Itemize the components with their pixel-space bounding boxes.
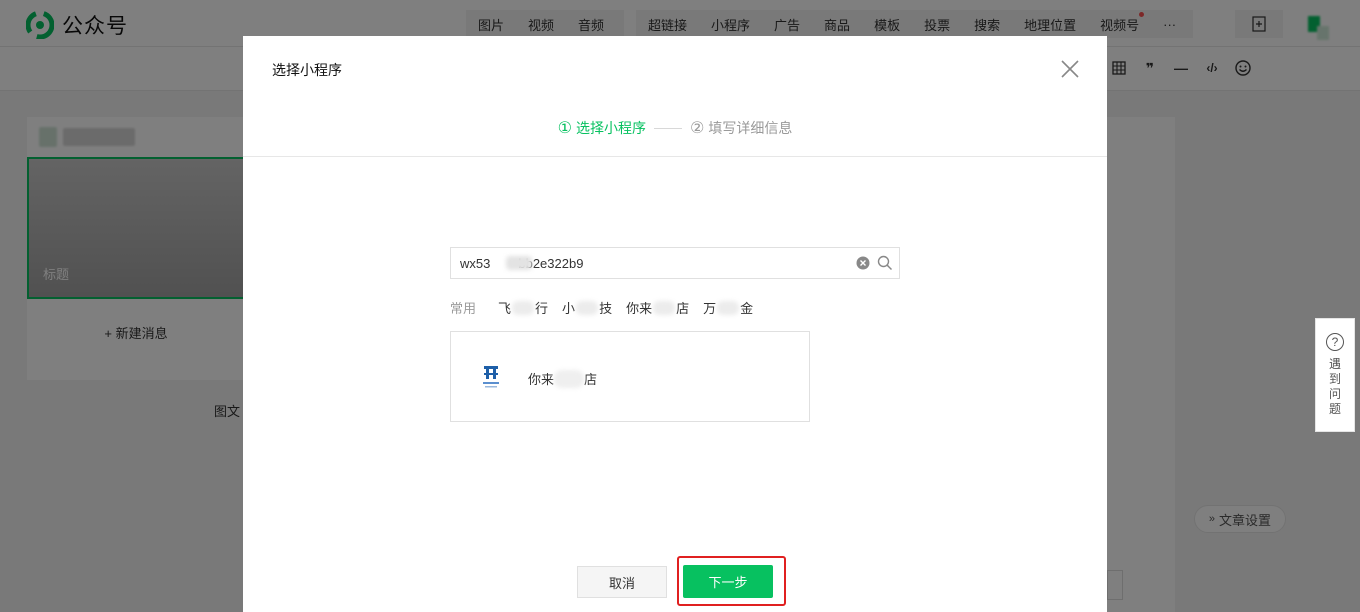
- step-1-number: ①: [557, 120, 572, 137]
- close-icon[interactable]: [1059, 58, 1081, 80]
- dialog-divider: [243, 156, 1107, 157]
- step-indicator: ① 选择小程序 ② 填写详细信息: [243, 118, 1107, 138]
- step-1: ① 选择小程序: [558, 118, 646, 138]
- dialog-title: 选择小程序: [272, 62, 342, 78]
- cancel-button[interactable]: 取消: [577, 566, 667, 598]
- common-item[interactable]: 飞行: [498, 298, 548, 317]
- common-item-text: 店: [676, 301, 690, 316]
- result-name-text: 店: [584, 372, 598, 387]
- step-2: ② 填写详细信息: [690, 118, 792, 138]
- help-label: 遇到问题: [1328, 357, 1341, 416]
- common-item[interactable]: 万金: [703, 298, 753, 317]
- common-item-text: 飞: [498, 301, 512, 316]
- question-icon: ?: [1326, 333, 1344, 351]
- result-item[interactable]: 你来 店: [451, 332, 809, 421]
- search-results: 你来 店: [450, 331, 810, 422]
- common-item-text: 你来: [626, 301, 653, 316]
- search-icon[interactable]: [877, 255, 893, 271]
- common-item-text: 行: [535, 301, 549, 316]
- common-item-text: 万: [703, 301, 717, 316]
- search-box: wx53 bb2e322b9: [450, 247, 900, 279]
- step-1-label: 选择小程序: [576, 120, 646, 136]
- common-item[interactable]: 你来 店: [626, 298, 689, 317]
- common-item-text: 金: [740, 301, 754, 316]
- miniprogram-logo: [483, 366, 499, 388]
- search-value-prefix: wx53: [460, 255, 491, 271]
- select-miniprogram-dialog: 选择小程序 ① 选择小程序 ② 填写详细信息 wx53 bb2e322b9 常用…: [243, 36, 1107, 612]
- common-item-text: 小: [562, 301, 576, 316]
- redacted-text: [506, 256, 532, 270]
- result-name: 你来 店: [528, 369, 597, 388]
- common-item-text: 技: [599, 301, 613, 316]
- next-step-button[interactable]: 下一步: [683, 565, 773, 598]
- common-item[interactable]: 小技: [562, 298, 612, 317]
- common-label: 常用: [450, 301, 477, 316]
- common-miniprograms: 常用 飞行 小技 你来店 万金: [450, 298, 767, 317]
- result-name-text: 你来: [528, 372, 555, 387]
- clear-icon[interactable]: [856, 256, 870, 270]
- step-2-number: ②: [690, 120, 705, 137]
- help-tab[interactable]: ? 遇到问题: [1315, 318, 1355, 432]
- step-2-label: 填写详细信息: [708, 120, 793, 136]
- step-connector: [654, 127, 682, 129]
